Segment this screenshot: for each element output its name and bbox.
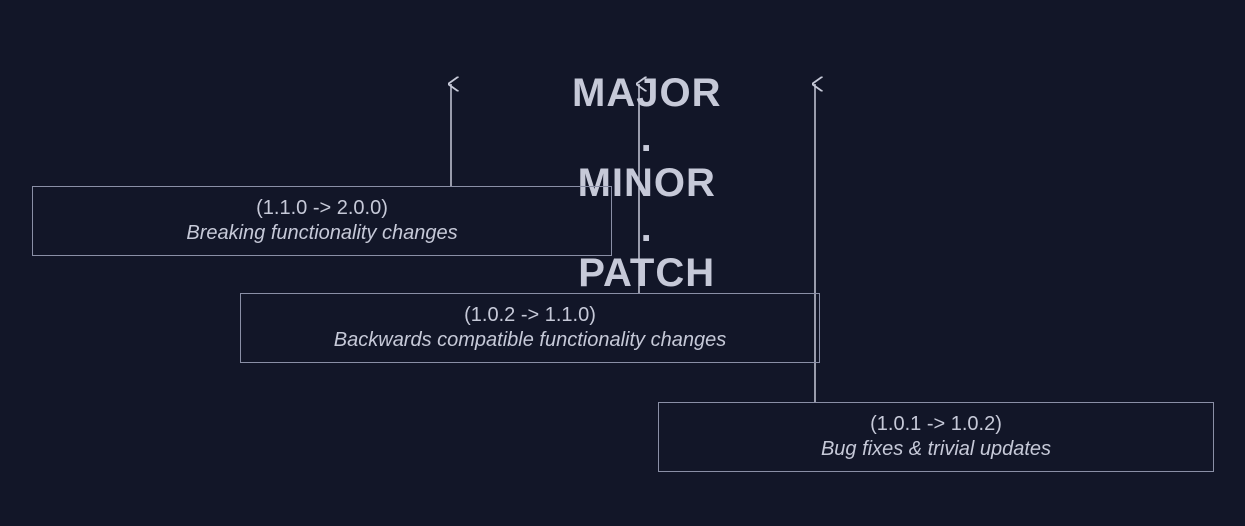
semver-diagram: MAJOR . MINOR . PATCH (1.1.0 -> 2.0.0) B… [0, 0, 1245, 526]
box-major-desc: Breaking functionality changes [33, 222, 611, 245]
heading-separator: . [635, 116, 659, 160]
heading-patch: PATCH [578, 251, 715, 295]
box-minor-desc: Backwards compatible functionality chang… [241, 329, 819, 352]
box-major: (1.1.0 -> 2.0.0) Breaking functionality … [32, 186, 612, 256]
box-minor: (1.0.2 -> 1.1.0) Backwards compatible fu… [240, 293, 820, 363]
box-minor-example: (1.0.2 -> 1.1.0) [241, 304, 819, 327]
box-patch: (1.0.1 -> 1.0.2) Bug fixes & trivial upd… [658, 402, 1214, 472]
box-patch-desc: Bug fixes & trivial updates [659, 438, 1213, 461]
box-patch-example: (1.0.1 -> 1.0.2) [659, 413, 1213, 436]
box-major-example: (1.1.0 -> 2.0.0) [33, 197, 611, 220]
heading-major: MAJOR [572, 71, 721, 115]
heading-separator: . [635, 206, 659, 250]
